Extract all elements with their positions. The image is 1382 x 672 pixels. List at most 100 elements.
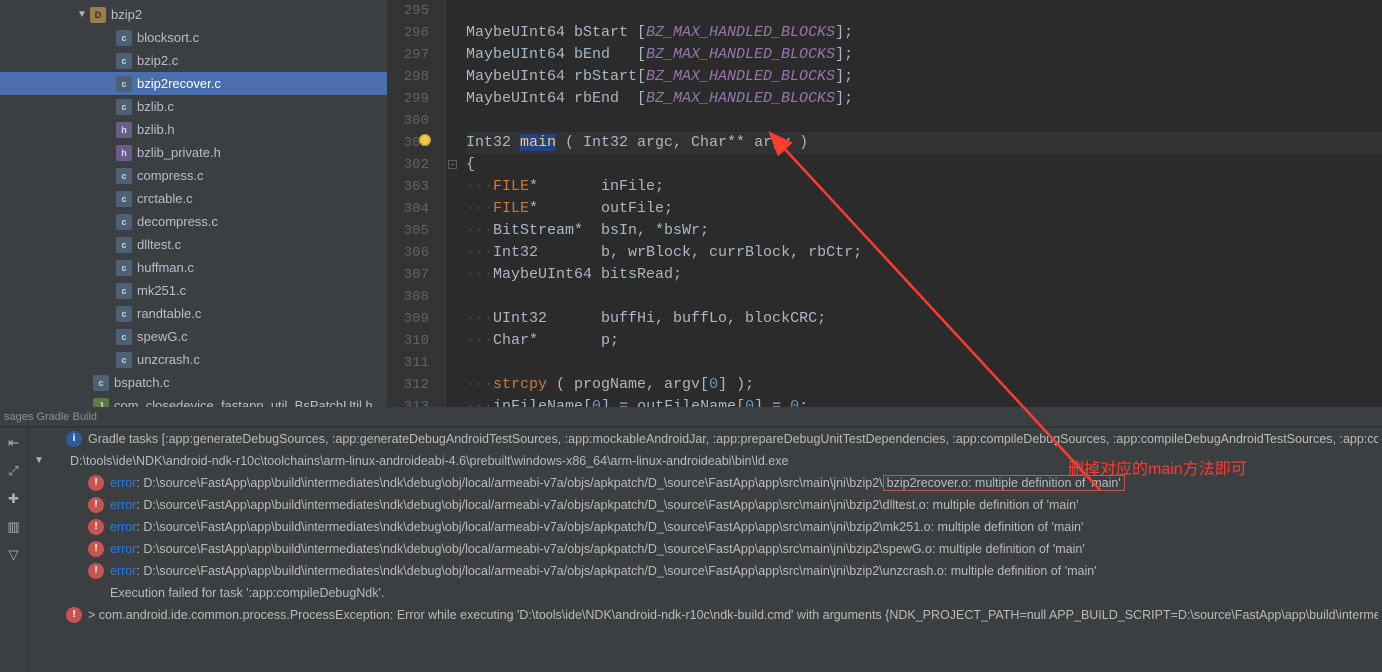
error-row[interactable]: !error: D:\source\FastApp\app\build\inte… — [28, 560, 1382, 582]
info-icon: i — [66, 431, 82, 447]
file-icon: c — [116, 237, 132, 253]
file-icon: c — [116, 191, 132, 207]
folder-icon: D — [90, 7, 106, 23]
code-editor[interactable]: 2952962972982993003013023033043053063073… — [388, 0, 1382, 407]
code-line[interactable]: MaybeUInt64 rbStart[BZ_MAX_HANDLED_BLOCK… — [466, 66, 1382, 88]
build-messages-panel: ⇤ ⤢ ✚ ▥ ▽ iGradle tasks [:app:generateDe… — [0, 427, 1382, 672]
exec-failed-row[interactable]: Execution failed for task ':app:compileD… — [28, 582, 1382, 604]
error-icon: ! — [88, 519, 104, 535]
expand-all-icon[interactable]: ⤢ — [3, 460, 25, 482]
tree-file[interactable]: cdlltest.c — [0, 233, 387, 256]
tree-file[interactable]: cbspatch.c — [0, 371, 387, 394]
line-number: 297 — [388, 44, 429, 66]
tree-label: bzip2recover.c — [137, 76, 221, 91]
line-number: 295 — [388, 0, 429, 22]
tree-file[interactable]: cbzip2.c — [0, 49, 387, 72]
export-icon[interactable]: ▥ — [3, 516, 25, 538]
tree-file[interactable]: hbzlib.h — [0, 118, 387, 141]
error-row[interactable]: !error: D:\source\FastApp\app\build\inte… — [28, 494, 1382, 516]
tree-label: crctable.c — [137, 191, 193, 206]
message-text: error: D:\source\FastApp\app\build\inter… — [110, 473, 1378, 493]
line-number: 298 — [388, 66, 429, 88]
chevron-down-icon[interactable]: ▼ — [75, 9, 89, 20]
line-number: 304 — [388, 198, 429, 220]
code-line[interactable]: ···UInt32 buffHi, buffLo, blockCRC; — [466, 308, 1382, 330]
tree-label: mk251.c — [137, 283, 186, 298]
tree-label: bzip2.c — [137, 53, 178, 68]
line-number: 307 — [388, 264, 429, 286]
tree-file[interactable]: cunzcrash.c — [0, 348, 387, 371]
tree-label: decompress.c — [137, 214, 218, 229]
tree-label: bzlib_private.h — [137, 145, 221, 160]
line-number: 301 — [388, 132, 429, 154]
line-number: 313 — [388, 396, 429, 407]
code-line[interactable]: MaybeUInt64 rbEnd [BZ_MAX_HANDLED_BLOCKS… — [466, 88, 1382, 110]
tree-label: bzip2 — [111, 7, 142, 22]
tree-folder-bzip2[interactable]: ▼Dbzip2 — [0, 3, 387, 26]
tree-file[interactable]: hbzlib_private.h — [0, 141, 387, 164]
code-line[interactable] — [466, 352, 1382, 374]
ld-path-row[interactable]: ▼ D:\tools\ide\NDK\android-ndk-r10c\toolc… — [28, 450, 1382, 472]
error-icon: ! — [88, 475, 104, 491]
line-number: 305 — [388, 220, 429, 242]
line-number: 299 — [388, 88, 429, 110]
tree-file[interactable]: c bzip2recover.c — [0, 72, 387, 95]
tree-label: bspatch.c — [114, 375, 170, 390]
code-line[interactable]: ···FILE* outFile; — [466, 198, 1382, 220]
collapse-all-icon[interactable]: ⇤ — [3, 432, 25, 454]
fold-icon[interactable]: - — [448, 160, 457, 169]
gradle-tasks-row[interactable]: iGradle tasks [:app:generateDebugSources… — [28, 428, 1382, 450]
message-text: D:\tools\ide\NDK\android-ndk-r10c\toolch… — [70, 451, 1378, 471]
code-line[interactable]: ···MaybeUInt64 bitsRead; — [466, 264, 1382, 286]
tree-file[interactable]: c randtable.c — [0, 302, 387, 325]
code-line[interactable]: ···Char* p; — [466, 330, 1382, 352]
code-line[interactable]: ···Int32 b, wrBlock, currBlock, rbCtr; — [466, 242, 1382, 264]
tree-file[interactable]: chuffman.c — [0, 256, 387, 279]
file-icon: c — [116, 329, 132, 345]
code-line[interactable]: Int32 main ( Int32 argc, Char** argv ) — [466, 132, 1382, 154]
file-icon: c — [116, 260, 132, 276]
exception-row[interactable]: !> com.android.ide.common.process.Proces… — [28, 604, 1382, 626]
code-line[interactable]: MaybeUInt64 bEnd [BZ_MAX_HANDLED_BLOCKS]… — [466, 44, 1382, 66]
tree-file[interactable]: cbzlib.c — [0, 95, 387, 118]
code-line[interactable]: ···BitStream* bsIn, *bsWr; — [466, 220, 1382, 242]
file-icon: c — [116, 168, 132, 184]
error-row[interactable]: !error: D:\source\FastApp\app\build\inte… — [28, 538, 1382, 560]
tree-file[interactable]: c mk251.c — [0, 279, 387, 302]
file-icon: c — [116, 76, 132, 92]
file-icon: c — [116, 306, 132, 322]
pin-icon[interactable]: ✚ — [3, 488, 25, 510]
bulb-icon[interactable] — [419, 134, 431, 146]
tree-file[interactable]: c crctable.c — [0, 187, 387, 210]
code-line[interactable]: ···strcpy ( progName, argv[0] ); — [466, 374, 1382, 396]
tree-file[interactable]: Jcom_closedevice_fastapp_util_BsPatchUti… — [0, 394, 387, 407]
tree-label: spewG.c — [137, 329, 188, 344]
file-icon: c — [116, 283, 132, 299]
file-icon: h — [116, 122, 132, 138]
tree-file[interactable]: ccompress.c — [0, 164, 387, 187]
code-line[interactable]: ···inFileName[0] = outFileName[0] = 0; — [466, 396, 1382, 407]
code-line[interactable]: { — [466, 154, 1382, 176]
line-number: 311 — [388, 352, 429, 374]
code-line[interactable] — [466, 110, 1382, 132]
line-number: 310 — [388, 330, 429, 352]
code-line[interactable] — [466, 0, 1382, 22]
tree-label: randtable.c — [137, 306, 201, 321]
filter-icon[interactable]: ▽ — [3, 544, 25, 566]
error-icon: ! — [88, 541, 104, 557]
code-line[interactable]: ···FILE* inFile; — [466, 176, 1382, 198]
build-toolstrip: ⇤ ⤢ ✚ ▥ ▽ — [0, 428, 28, 672]
project-tree[interactable]: ▼Dbzip2cblocksort.ccbzip2.ccbzip2recover… — [0, 0, 388, 407]
error-row[interactable]: ! error: D:\source\FastApp\app\build\inte… — [28, 472, 1382, 494]
chevron-icon[interactable]: ▼ — [32, 451, 46, 471]
file-icon: c — [116, 30, 132, 46]
code-line[interactable]: MaybeUInt64 bStart [BZ_MAX_HANDLED_BLOCK… — [466, 22, 1382, 44]
code-line[interactable] — [466, 286, 1382, 308]
tree-file[interactable]: cdecompress.c — [0, 210, 387, 233]
error-row[interactable]: !error: D:\source\FastApp\app\build\inte… — [28, 516, 1382, 538]
tree-file[interactable]: c blocksort.c — [0, 26, 387, 49]
tree-file[interactable]: c spewG.c — [0, 325, 387, 348]
line-number: 302 — [388, 154, 429, 176]
tree-label: blocksort.c — [137, 30, 199, 45]
messages-tab[interactable]: sages Gradle Build — [0, 407, 1382, 427]
